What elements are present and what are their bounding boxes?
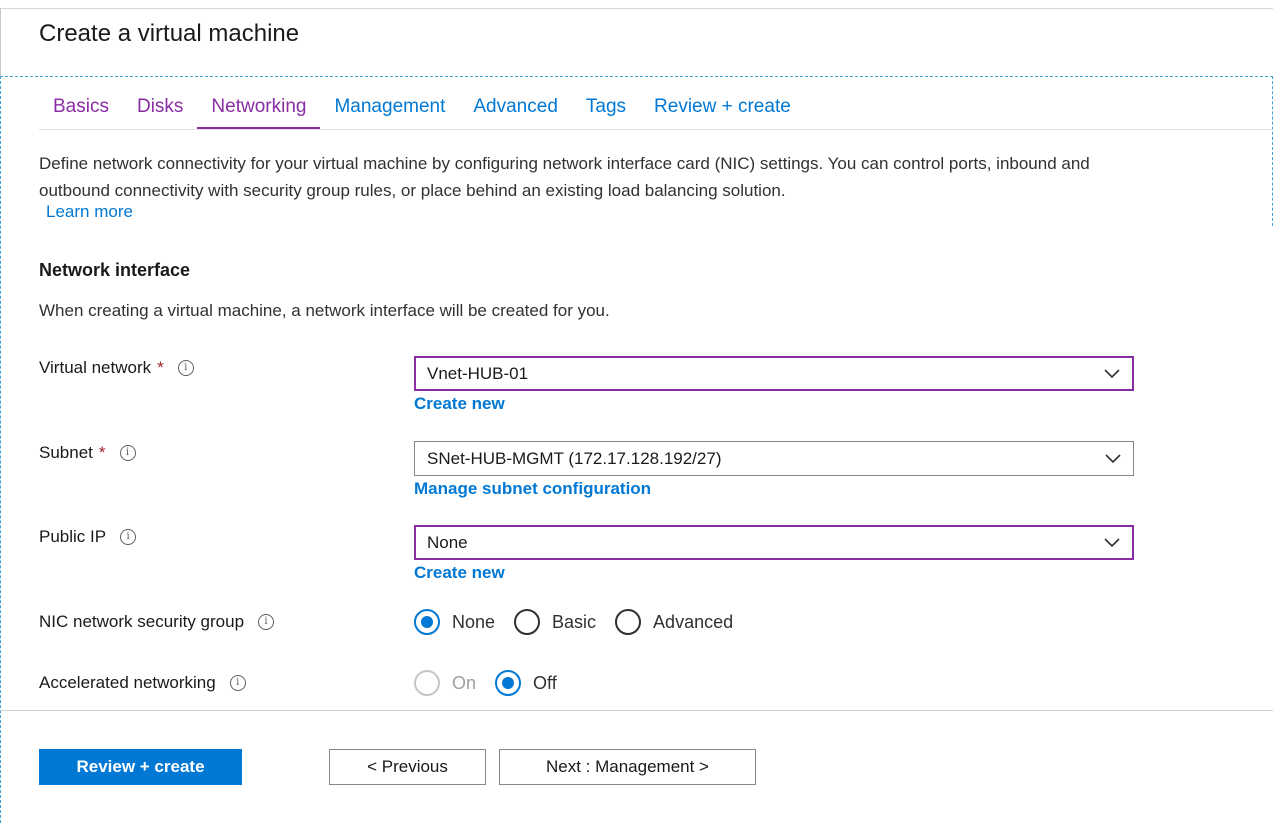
- accelerated-networking-label: Accelerated networking: [39, 673, 216, 692]
- nsg-advanced-radio[interactable]: Advanced: [615, 609, 733, 635]
- public-ip-select[interactable]: None: [414, 525, 1134, 560]
- required-marker: *: [157, 358, 164, 377]
- learn-more-link[interactable]: Learn more: [46, 202, 133, 222]
- tab-networking[interactable]: Networking: [197, 92, 321, 129]
- section-description: When creating a virtual machine, a netwo…: [39, 301, 610, 320]
- virtual-network-select[interactable]: Vnet-HUB-01: [414, 356, 1134, 391]
- radio-label: None: [452, 611, 496, 632]
- info-icon[interactable]: i: [258, 614, 275, 630]
- radio-checked-icon[interactable]: [414, 609, 440, 635]
- chevron-down-icon: [1104, 368, 1120, 378]
- accelerated-label-row: Accelerated networking i: [39, 673, 246, 693]
- info-icon[interactable]: i: [229, 675, 246, 691]
- accelerated-off-radio[interactable]: Off: [495, 670, 557, 696]
- tab-management[interactable]: Management: [320, 92, 459, 129]
- wizard-tabs: Basics Disks Networking Management Advan…: [39, 92, 1273, 130]
- footer-divider: [0, 710, 1273, 711]
- chevron-down-icon: [1104, 537, 1120, 547]
- public-ip-label: Public IP: [39, 527, 107, 546]
- radio-label: Advanced: [653, 611, 734, 632]
- subnet-label: Subnet: [39, 443, 93, 462]
- radio-label: Basic: [552, 611, 597, 632]
- radio-checked-icon[interactable]: [495, 670, 522, 696]
- create-new-public-ip-link[interactable]: Create new: [414, 563, 505, 583]
- public-ip-value: None: [427, 532, 468, 552]
- radio-disabled-icon: [414, 670, 440, 696]
- review-create-button[interactable]: Review + create: [39, 749, 242, 785]
- radio-unchecked-icon[interactable]: [514, 609, 541, 635]
- subnet-value: SNet-HUB-MGMT (172.17.128.192/27): [427, 448, 722, 468]
- section-title: Network interface: [39, 260, 191, 280]
- accelerated-radio-group: On Off: [414, 670, 576, 696]
- chevron-down-icon: [1105, 453, 1121, 463]
- previous-button[interactable]: < Previous: [329, 749, 486, 785]
- page-title: Create a virtual machine: [39, 20, 300, 47]
- create-new-vnet-link[interactable]: Create new: [414, 394, 505, 414]
- info-icon[interactable]: i: [177, 360, 194, 376]
- focus-outline-top: [0, 76, 1273, 77]
- required-marker: *: [98, 443, 106, 462]
- public-ip-label-row: Public IP i: [39, 527, 137, 547]
- virtual-network-label: Virtual network: [39, 358, 152, 377]
- tab-tags[interactable]: Tags: [572, 92, 640, 129]
- subnet-select[interactable]: SNet-HUB-MGMT (172.17.128.192/27): [414, 441, 1134, 476]
- radio-unchecked-icon[interactable]: [615, 609, 642, 635]
- manage-subnet-link[interactable]: Manage subnet configuration: [414, 479, 651, 499]
- tab-review-create[interactable]: Review + create: [640, 92, 805, 129]
- info-icon[interactable]: i: [120, 529, 137, 545]
- page-description: Define network connectivity for your vir…: [39, 154, 1090, 200]
- next-management-button[interactable]: Next : Management >: [499, 749, 756, 785]
- tab-disks[interactable]: Disks: [123, 92, 197, 129]
- virtual-network-value: Vnet-HUB-01: [427, 363, 529, 383]
- radio-label: Off: [533, 672, 557, 693]
- subnet-label-row: Subnet * i: [39, 443, 136, 463]
- radio-label: On: [452, 672, 477, 693]
- top-border: [0, 8, 1273, 9]
- tab-advanced[interactable]: Advanced: [459, 92, 572, 129]
- nic-nsg-label-row: NIC network security group i: [39, 612, 275, 632]
- virtual-network-label-row: Virtual network * i: [39, 358, 194, 378]
- nic-nsg-radio-group: None Basic Advanced: [414, 609, 752, 635]
- nic-nsg-label: NIC network security group: [39, 612, 245, 631]
- info-icon[interactable]: i: [119, 445, 136, 461]
- left-rule: [0, 8, 1, 76]
- nsg-none-radio[interactable]: None: [414, 609, 495, 635]
- nsg-basic-radio[interactable]: Basic: [514, 609, 596, 635]
- tab-basics[interactable]: Basics: [39, 92, 123, 129]
- accelerated-on-radio: On: [414, 670, 476, 696]
